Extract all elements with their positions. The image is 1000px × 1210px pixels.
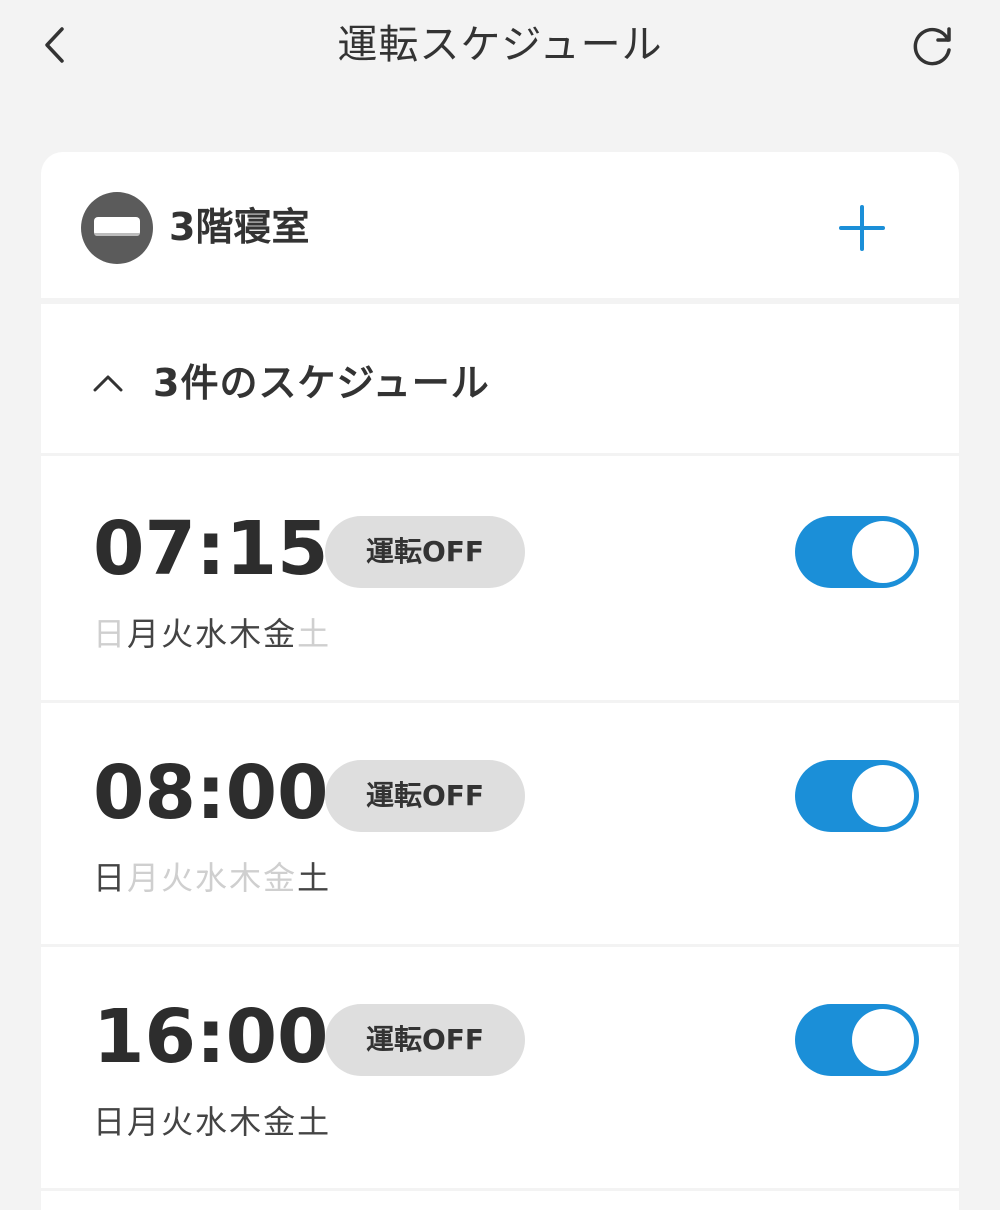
- weekday-wed: 水: [195, 859, 230, 897]
- weekday-list: 日月火水木金土: [93, 1102, 331, 1142]
- weekday-tue: 火: [161, 1103, 196, 1141]
- weekday-sat: 土: [297, 859, 332, 897]
- action-badge: 運転OFF: [325, 516, 525, 588]
- schedule-enabled-toggle[interactable]: [795, 760, 919, 832]
- schedule-time: 16:00: [93, 994, 329, 1080]
- schedule-time: 07:15: [93, 506, 329, 592]
- toggle-knob: [852, 765, 914, 827]
- weekday-fri: 金: [263, 859, 298, 897]
- schedule-item[interactable]: 07:15 運転OFF 日月火水木金土: [41, 459, 959, 703]
- weekday-mon: 月: [127, 615, 162, 653]
- weekday-fri: 金: [263, 615, 298, 653]
- weekday-tue: 火: [161, 859, 196, 897]
- add-schedule-button[interactable]: [837, 202, 887, 252]
- page-title: 運転スケジュール: [337, 22, 663, 68]
- weekday-wed: 水: [195, 615, 230, 653]
- weekday-sun: 日: [93, 859, 128, 897]
- toggle-knob: [852, 1009, 914, 1071]
- schedule-item[interactable]: 08:00 運転OFF 日月火水木金土: [41, 703, 959, 947]
- action-badge: 運転OFF: [325, 1004, 525, 1076]
- weekday-thu: 木: [229, 615, 264, 653]
- schedule-enabled-toggle[interactable]: [795, 516, 919, 588]
- app-header: 運転スケジュール: [0, 0, 1000, 95]
- air-conditioner-icon: [81, 192, 153, 264]
- weekday-list: 日月火水木金土: [93, 858, 331, 898]
- weekday-thu: 木: [229, 1103, 264, 1141]
- weekday-list: 日月火水木金土: [93, 614, 331, 654]
- weekday-tue: 火: [161, 615, 196, 653]
- refresh-button[interactable]: [904, 18, 960, 74]
- device-row: 3階寝室: [41, 152, 959, 304]
- device-name: 3階寝室: [169, 205, 310, 249]
- chevron-up-icon: [93, 375, 123, 392]
- schedule-time: 08:00: [93, 750, 329, 836]
- weekday-fri: 金: [263, 1103, 298, 1141]
- action-badge: 運転OFF: [325, 760, 525, 832]
- weekday-mon: 月: [127, 859, 162, 897]
- schedule-enabled-toggle[interactable]: [795, 1004, 919, 1076]
- weekday-sat: 土: [297, 615, 332, 653]
- weekday-thu: 木: [229, 859, 264, 897]
- weekday-mon: 月: [127, 1103, 162, 1141]
- schedule-item[interactable]: 16:00 運転OFF 日月火水木金土: [41, 947, 959, 1191]
- weekday-sun: 日: [93, 1103, 128, 1141]
- weekday-wed: 水: [195, 1103, 230, 1141]
- schedule-section-toggle[interactable]: 3件のスケジュール: [41, 310, 959, 456]
- weekday-sat: 土: [297, 1103, 332, 1141]
- toggle-knob: [852, 521, 914, 583]
- weekday-sun: 日: [93, 615, 128, 653]
- device-schedule-card: 3階寝室 3件のスケジュール 07:15 運転OFF 日月火水木金土 08:00…: [41, 152, 959, 1210]
- schedule-count-title: 3件のスケジュール: [153, 361, 490, 405]
- refresh-icon: [913, 27, 951, 66]
